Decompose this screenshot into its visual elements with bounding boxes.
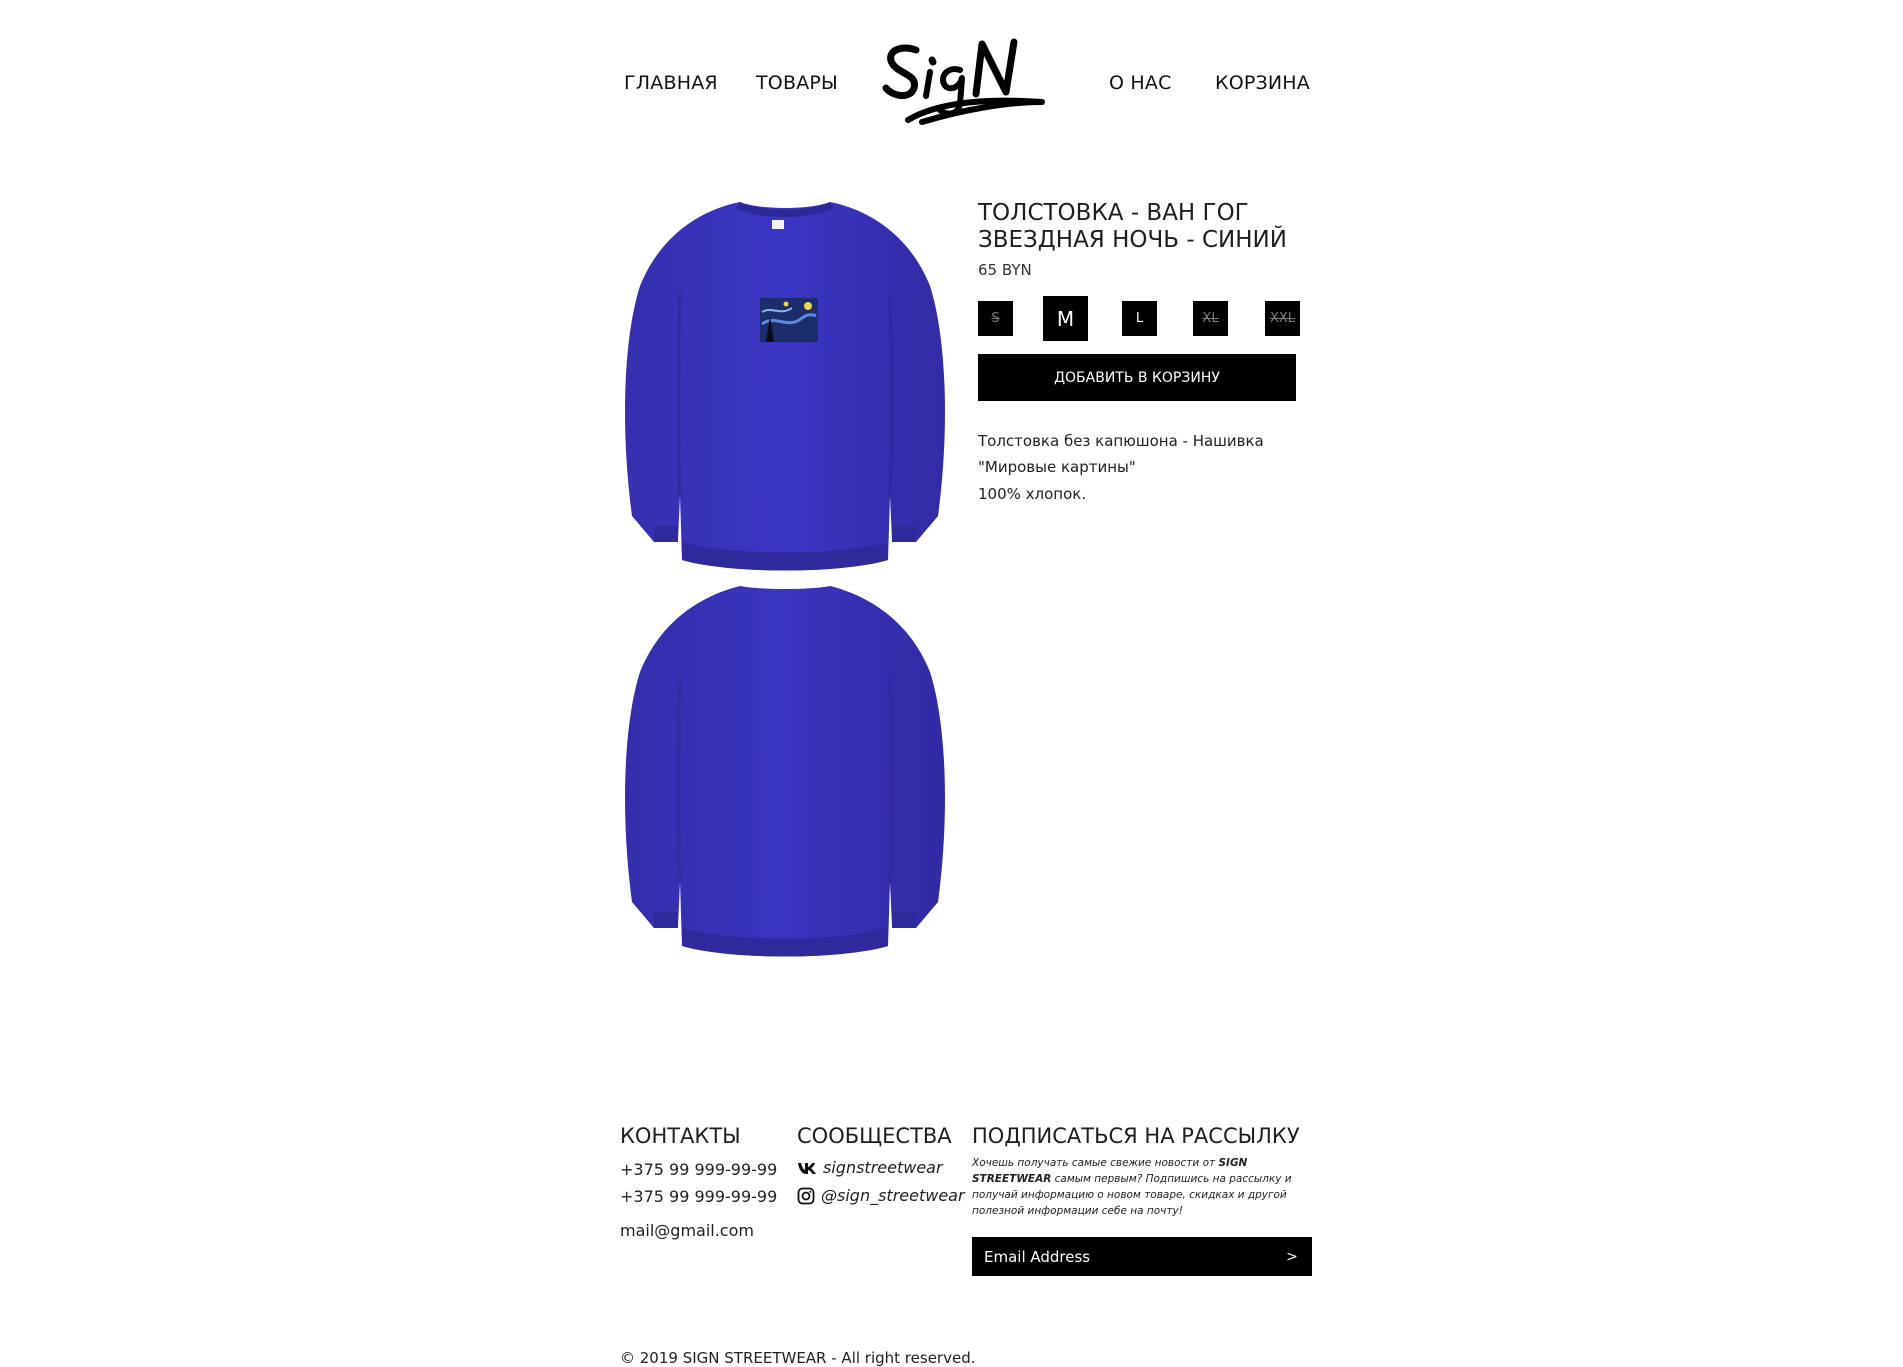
product-image-back: [625, 586, 945, 957]
newsletter-form: >: [972, 1237, 1312, 1276]
nav-products-link[interactable]: ТОВАРЫ: [756, 72, 838, 94]
instagram-label: @sign_streetwear: [821, 1186, 965, 1205]
contact-email[interactable]: mail@gmail.com: [620, 1221, 754, 1240]
size-option-xxl: XXL: [1265, 301, 1300, 336]
sign-logo[interactable]: [878, 36, 1050, 130]
newsletter-text: Хочешь получать самые свежие новости от …: [972, 1157, 1292, 1217]
newsletter-heading: ПОДПИСАТЬСЯ НА РАССЫЛКУ: [972, 1124, 1300, 1148]
copyright-text: © 2019 SIGN STREETWEAR - All right reser…: [620, 1349, 976, 1367]
add-to-cart-button[interactable]: ДОБАВИТЬ В КОРЗИНУ: [978, 354, 1296, 401]
product-title-line-2: ЗВЕЗДНАЯ НОЧЬ - СИНИЙ: [978, 227, 1287, 253]
product-price: 65 BYN: [978, 261, 1032, 279]
size-option-l[interactable]: L: [1122, 301, 1157, 336]
product-title-line-1: ТОЛСТОВКА - ВАН ГОГ: [978, 200, 1249, 226]
instagram-link[interactable]: @sign_streetwear: [797, 1186, 965, 1205]
contacts-heading: КОНТАКТЫ: [620, 1124, 741, 1148]
subscribe-button[interactable]: >: [1272, 1237, 1312, 1276]
phone-number[interactable]: +375 99 999-99-99: [620, 1187, 777, 1206]
size-option-s: S: [978, 301, 1013, 336]
communities-heading: СООБЩЕСТВА: [797, 1124, 952, 1148]
vk-link[interactable]: signstreetwear: [797, 1158, 943, 1177]
nav-cart-link[interactable]: КОРЗИНА: [1215, 72, 1310, 94]
nav-about-link[interactable]: О НАС: [1109, 72, 1172, 94]
instagram-icon: [797, 1187, 815, 1204]
size-option-m[interactable]: M: [1043, 296, 1088, 341]
nav-home-link[interactable]: ГЛАВНАЯ: [624, 72, 718, 94]
starry-night-patch: [760, 298, 818, 342]
description-line: Толстовка без капюшона - Нашивка: [978, 432, 1264, 450]
description-line: 100% хлопок.: [978, 485, 1087, 503]
vk-icon: [798, 1162, 816, 1174]
product-image-front: [625, 202, 945, 571]
email-input[interactable]: [972, 1237, 1272, 1276]
phone-number[interactable]: +375 99 999-99-99: [620, 1160, 777, 1179]
vk-label: signstreetwear: [823, 1158, 943, 1177]
size-option-xl: XL: [1193, 301, 1228, 336]
description-line: "Мировые картины": [978, 458, 1136, 476]
